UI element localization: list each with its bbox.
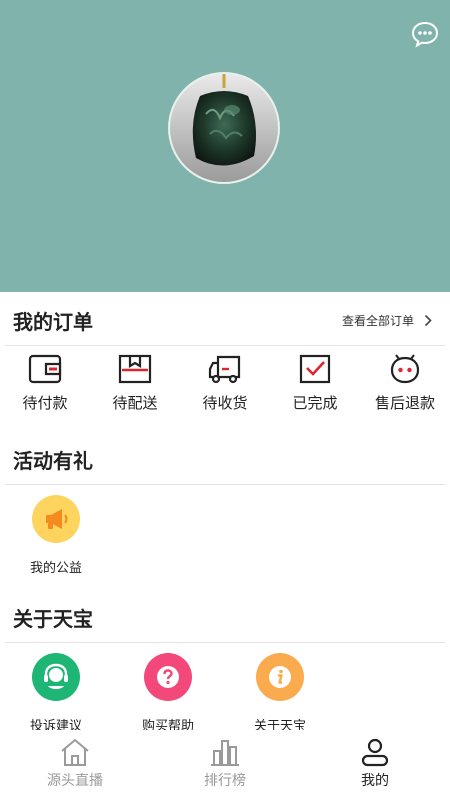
view-all-orders-label: 查看全部订单 [341,313,414,328]
order-pending-payment[interactable]: 待付款 [0,353,90,415]
question-icon [157,666,179,688]
charity-button[interactable]: 我的公益 [0,495,112,576]
info-icon [269,666,291,688]
tab-live[interactable]: 源头直播 [0,730,150,800]
charity-label: 我的公益 [29,561,82,576]
tab-ranking[interactable]: 排行榜 [150,730,300,800]
order-after-sales[interactable]: 售后退款 [360,353,450,415]
message-icon[interactable] [411,20,439,48]
headset-icon [44,663,68,689]
order-label: 售后退款 [374,394,435,412]
profile-header [0,0,450,292]
order-label: 待配送 [112,394,158,412]
view-all-orders-link[interactable]: 查看全部订单 [342,309,432,331]
about-tianbao-button[interactable]: 关于天宝 [224,653,336,734]
order-pending-receipt[interactable]: 待收货 [180,353,270,415]
tab-label: 排行榜 [204,773,246,789]
wallet-icon [28,354,62,384]
info-icon-circle [256,653,304,701]
orders-divider [5,345,445,346]
order-label: 待收货 [202,394,248,412]
bar-chart-icon [211,740,239,766]
complaint-icon-circle [32,653,80,701]
order-label: 待付款 [22,394,68,412]
activities-divider [5,484,445,485]
bottom-tab-bar: 源头直播 排行榜 我的 [0,730,450,800]
package-icon [118,354,152,384]
orders-title: 我的订单 [13,310,93,334]
complaint-button[interactable]: 投诉建议 [0,653,112,734]
purchase-help-button[interactable]: 购买帮助 [112,653,224,734]
order-status-row: 待付款 待配送 待收货 已完成 售后退款 [0,353,450,415]
order-completed[interactable]: 已完成 [270,353,360,415]
tab-label: 我的 [361,773,389,789]
about-divider [5,642,445,643]
order-label: 已完成 [292,394,338,412]
chevron-right-icon [424,314,432,326]
order-pending-delivery[interactable]: 待配送 [90,353,180,415]
help-icon-circle [144,653,192,701]
service-face-icon [390,354,420,384]
megaphone-icon [46,509,68,529]
activities-title: 活动有礼 [13,449,93,473]
home-icon [61,738,89,766]
user-icon [361,738,389,767]
charity-icon-circle [32,495,80,543]
about-title: 关于天宝 [13,607,93,631]
truck-icon [208,355,241,384]
tab-mine[interactable]: 我的 [300,730,450,800]
avatar[interactable] [168,72,280,184]
tab-label: 源头直播 [47,773,103,789]
check-box-icon [299,354,331,384]
